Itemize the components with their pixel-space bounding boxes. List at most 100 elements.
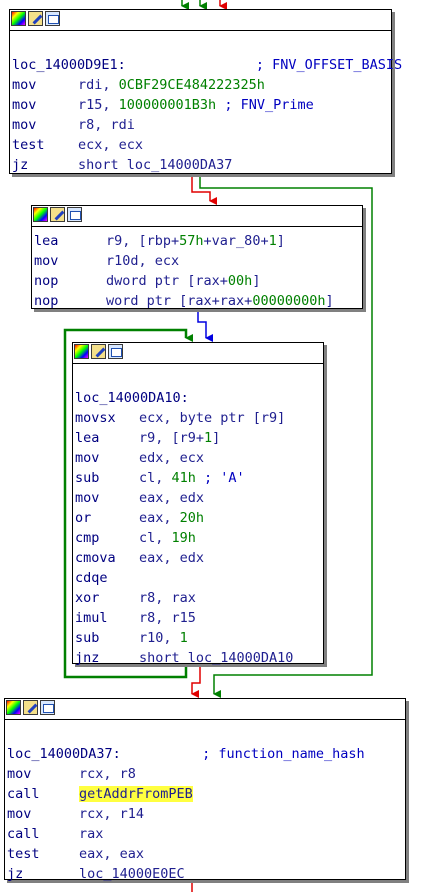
instruction-operand: eax, edx <box>139 490 205 506</box>
instruction-mnemonic: sub <box>75 630 100 646</box>
instruction-mnemonic: jz <box>7 866 24 882</box>
color-palette-icon[interactable] <box>6 700 21 715</box>
instruction-operand: ecx, ecx <box>78 137 144 153</box>
code-label-line: loc_14000DA37: ; function_name_hash <box>7 744 403 764</box>
instruction-line: imul r8, r15 <box>75 608 321 628</box>
block-header-icons <box>6 700 55 715</box>
instruction-operand: ] <box>325 293 334 309</box>
instruction-operand: r10d, ecx <box>106 253 180 269</box>
instruction-line: lea r9, [r9+1] <box>75 428 321 448</box>
instruction-mnemonic: mov <box>75 490 100 506</box>
code-label-line: loc_14000DA10: <box>75 388 321 408</box>
code-comment: ; FNV_OFFSET_BASIS <box>255 57 403 73</box>
instruction-line: call rax <box>7 824 403 844</box>
edit-block-icon[interactable] <box>23 700 38 715</box>
instruction-operand: r9, [r9+ <box>139 430 205 446</box>
instruction-operand: rax <box>79 826 104 842</box>
instruction-mnemonic: nop <box>34 293 59 309</box>
instruction-line: call getAddrFromPEB <box>7 784 403 804</box>
block-header-icons <box>33 207 82 222</box>
numeric-constant: 41h <box>171 470 196 486</box>
color-palette-icon[interactable] <box>11 11 26 26</box>
block-loc-14000da37[interactable]: loc_14000DA37: ; function_name_hash mov rc… <box>4 698 406 882</box>
numeric-constant: 20h <box>179 510 205 526</box>
numeric-constant: 00h <box>227 273 253 289</box>
code-comment: ; FNV_Prime <box>216 97 314 113</box>
block-lea-r9[interactable]: lea r9, [rbp+57h+var_80+1] mov r10d, ecx nop… <box>31 205 363 309</box>
instruction-line: mov r8, rdi <box>12 115 389 135</box>
instruction-mnemonic: cdqe <box>75 570 108 586</box>
instruction-operand: rcx, r14 <box>79 806 145 822</box>
instruction-mnemonic: lea <box>34 233 59 249</box>
instruction-mnemonic: jnz <box>75 650 100 666</box>
color-palette-icon[interactable] <box>74 344 89 359</box>
instruction-mnemonic: call <box>7 786 40 802</box>
code-label[interactable]: loc_14000DA37: <box>7 746 121 762</box>
graph-view-icon[interactable] <box>67 207 82 222</box>
graph-view-icon[interactable] <box>40 700 55 715</box>
instruction-line: mov edx, ecx <box>75 448 321 468</box>
instruction-line: cmp cl, 19h <box>75 528 321 548</box>
instruction-operand: r8, rax <box>139 590 196 606</box>
instruction-line: sub cl, 41h ; 'A' <box>75 468 321 488</box>
instruction-line: movsx ecx, byte ptr [r9] <box>75 408 321 428</box>
edit-block-icon[interactable] <box>50 207 65 222</box>
instruction-mnemonic: mov <box>34 253 59 269</box>
numeric-constant: 1 <box>179 630 188 646</box>
numeric-constant: 00000000h <box>252 293 326 309</box>
instruction-mnemonic: mov <box>12 117 37 133</box>
numeric-constant: 57h <box>179 233 204 249</box>
instruction-mnemonic: movsx <box>75 410 116 426</box>
instruction-operand: short loc_14000DA10 <box>139 650 294 666</box>
instruction-operand: rcx, r8 <box>79 766 136 782</box>
instruction-line: sub r10, 1 <box>75 628 321 648</box>
instruction-line: jz short loc_14000DA37 <box>12 155 389 175</box>
instruction-line: mov rcx, r8 <box>7 764 403 784</box>
instruction-mnemonic: mov <box>7 806 32 822</box>
block-body: loc_14000D9E1: ; FNV_OFFSET_BASIS mov rdi,… <box>10 31 402 178</box>
instruction-operand: short loc_14000DA37 <box>78 157 233 173</box>
instruction-line: lea r9, [rbp+57h+var_80+1] <box>34 231 360 251</box>
instruction-mnemonic: xor <box>75 590 100 606</box>
instruction-line: jz loc_14000E0EC <box>7 864 403 884</box>
block-header <box>32 206 362 227</box>
instruction-mnemonic: test <box>7 846 40 862</box>
function-name-highlighted[interactable]: getAddrFromPEB <box>79 786 193 802</box>
instruction-line: mov rcx, r14 <box>7 804 403 824</box>
instruction-operand: cl, <box>139 530 172 546</box>
instruction-mnemonic: call <box>7 826 40 842</box>
instruction-operand: ] <box>212 430 221 446</box>
code-label[interactable]: loc_14000D9E1: <box>12 57 126 73</box>
instruction-mnemonic: mov <box>12 97 37 113</box>
graph-view-icon[interactable] <box>108 344 123 359</box>
instruction-operand: cl, <box>139 470 172 486</box>
instruction-operand: ] <box>276 233 285 249</box>
instruction-line: nop dword ptr [rax+00h] <box>34 271 360 291</box>
instruction-line: cdqe <box>75 568 321 588</box>
instruction-operand: +var_80+ <box>203 233 269 249</box>
color-palette-icon[interactable] <box>33 207 48 222</box>
edge-d9e1-to-lea <box>191 177 217 205</box>
numeric-constant: 1 <box>204 430 213 446</box>
block-loc-14000d9e1[interactable]: loc_14000D9E1: ; FNV_OFFSET_BASIS mov rdi,… <box>9 9 402 174</box>
code-label[interactable]: loc_14000DA10: <box>75 390 189 406</box>
instruction-operand: ] <box>252 273 261 289</box>
instruction-line: xor r8, rax <box>75 588 321 608</box>
code-label-line: loc_14000D9E1: ; FNV_OFFSET_BASIS <box>12 55 402 75</box>
instruction-operand: r15, <box>78 97 119 113</box>
instruction-line: cmova eax, edx <box>75 548 321 568</box>
instruction-operand: word ptr [rax+rax+ <box>106 293 253 309</box>
instruction-operand: loc_14000E0EC <box>79 866 185 882</box>
block-loc-14000da10[interactable]: loc_14000DA10: movsx ecx, byte ptr [r9] lea… <box>72 342 324 666</box>
instruction-mnemonic: cmova <box>75 550 116 566</box>
instruction-line: or eax, 20h <box>75 508 321 528</box>
edit-block-icon[interactable] <box>91 344 106 359</box>
instruction-mnemonic: lea <box>75 430 100 446</box>
block-header <box>10 10 391 31</box>
edit-block-icon[interactable] <box>28 11 43 26</box>
graph-view-icon[interactable] <box>45 11 60 26</box>
